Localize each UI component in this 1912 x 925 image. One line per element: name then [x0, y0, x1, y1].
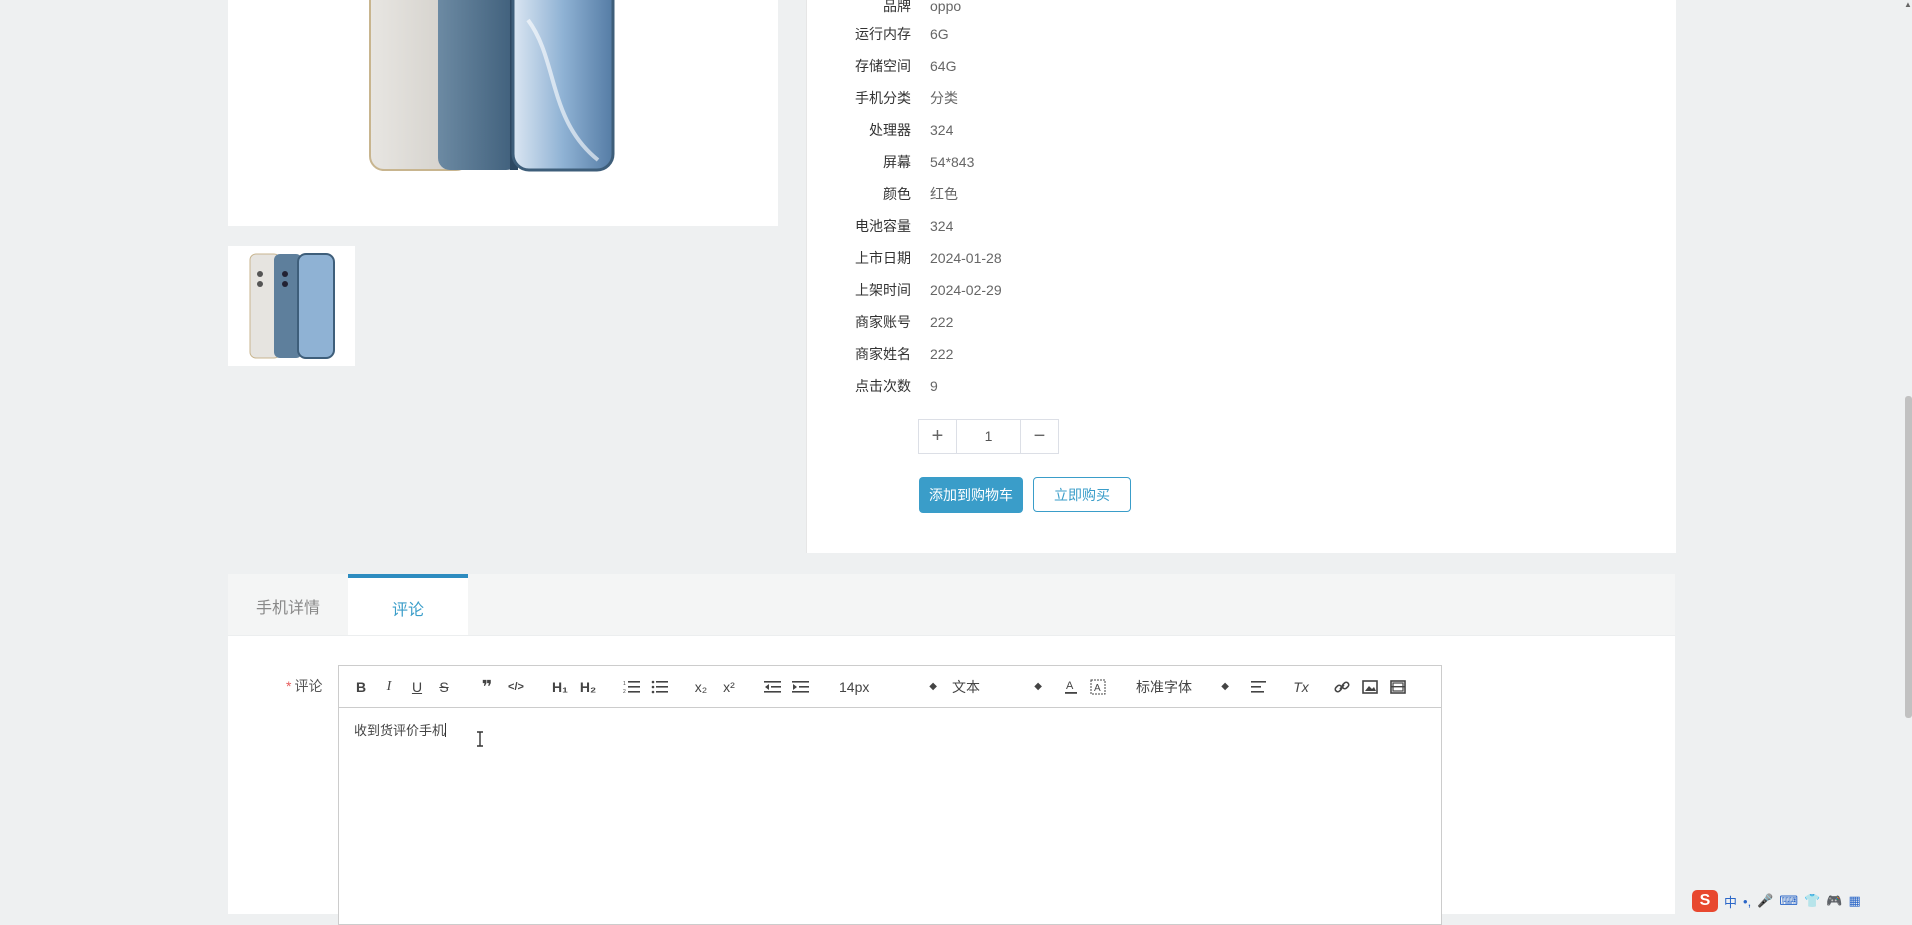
spec-label: 上架时间	[855, 282, 911, 298]
keyboard-icon[interactable]: ⌨	[1779, 893, 1798, 909]
font-family-select[interactable]: 标准字体 ◆	[1136, 677, 1229, 697]
spec-label: 电池容量	[855, 218, 911, 234]
select-arrow-icon: ◆	[1034, 681, 1042, 692]
font-size-select[interactable]: 14px ◆	[839, 677, 937, 697]
comment-form-label: * 评论	[286, 676, 322, 696]
spec-value: 222	[930, 346, 954, 362]
ime-toolbar: S 中 •, 🎤 ⌨ 👕 🎮 ▦	[1692, 888, 1912, 914]
spec-label: 存储空间	[855, 58, 911, 74]
font-size-value: 14px	[839, 679, 870, 695]
spec-value: 64G	[930, 58, 957, 74]
text-color-icon[interactable]: A	[1063, 677, 1079, 697]
spec-value: 222	[930, 314, 954, 330]
buy-now-button[interactable]: 立即购买	[1033, 477, 1131, 512]
editor-text: 收到货评价手机	[354, 723, 446, 738]
page-scrollbar-thumb[interactable]	[1905, 396, 1912, 718]
svg-text:A: A	[1094, 683, 1101, 694]
code-block-icon[interactable]: </>	[505, 677, 527, 697]
bold-icon[interactable]: B	[353, 677, 369, 697]
spec-value: 6G	[930, 26, 949, 42]
comment-label: 评论	[294, 678, 323, 694]
spec-value: 分类	[930, 90, 958, 106]
apps-icon[interactable]: ▦	[1849, 893, 1861, 909]
heading-1-icon[interactable]: H₁	[549, 677, 571, 697]
microphone-icon[interactable]: 🎤	[1757, 893, 1773, 909]
select-arrow-icon: ◆	[1221, 681, 1229, 692]
required-mark: *	[286, 678, 292, 694]
spec-label: 商家姓名	[855, 346, 911, 362]
clear-format-icon[interactable]: Tx	[1291, 677, 1311, 697]
blockquote-icon[interactable]: ❞	[478, 677, 496, 697]
spec-label: 处理器	[869, 122, 911, 138]
spec-label: 上市日期	[855, 250, 911, 266]
spec-label: 商家账号	[855, 314, 911, 330]
header-select[interactable]: 文本 ◆	[952, 677, 1042, 697]
tab-bar: 手机详情 评论	[228, 574, 1675, 636]
quantity-input[interactable]: 1	[956, 420, 1021, 453]
spec-label: 品牌	[883, 0, 911, 14]
plus-icon[interactable]: +	[919, 420, 957, 453]
align-left-icon[interactable]	[1250, 677, 1268, 697]
tab-comments[interactable]: 评论	[348, 574, 468, 635]
spec-label: 手机分类	[855, 90, 911, 106]
skin-icon[interactable]: 👕	[1804, 893, 1820, 909]
link-icon[interactable]	[1333, 677, 1351, 697]
svg-text:1: 1	[623, 681, 626, 687]
bullet-list-icon[interactable]	[650, 677, 670, 697]
tab-phone-details[interactable]: 手机详情	[228, 574, 348, 635]
background-color-icon[interactable]: A	[1090, 677, 1106, 697]
spec-label: 点击次数	[855, 378, 911, 394]
svg-text:A: A	[1066, 680, 1074, 692]
heading-2-icon[interactable]: H₂	[577, 677, 599, 697]
ordered-list-icon[interactable]: 12	[622, 677, 642, 697]
spec-value: 324	[930, 218, 954, 234]
spec-value: 红色	[930, 186, 958, 202]
product-main-image	[228, 0, 778, 226]
indent-icon[interactable]	[791, 677, 811, 697]
i-beam-cursor-icon	[476, 731, 484, 752]
outdent-icon[interactable]	[763, 677, 783, 697]
quantity-stepper: + 1 −	[918, 419, 1059, 454]
rich-text-editor: B I U S ❞ </> H₁ H₂ 12 x₂ x² 14px ◆ 文本 ◆…	[338, 665, 1442, 925]
font-family-value: 标准字体	[1136, 679, 1192, 695]
game-icon[interactable]: 🎮	[1826, 893, 1842, 909]
spec-value: 54*843	[930, 154, 975, 170]
video-icon[interactable]	[1389, 677, 1407, 697]
spec-label: 运行内存	[855, 26, 911, 42]
image-icon[interactable]	[1361, 677, 1379, 697]
header-select-value: 文本	[952, 679, 980, 695]
italic-icon[interactable]: I	[381, 677, 397, 697]
text-caret	[445, 723, 447, 737]
select-arrow-icon: ◆	[929, 681, 937, 692]
punctuation-icon[interactable]: •,	[1743, 894, 1751, 909]
minus-icon[interactable]: −	[1020, 420, 1058, 453]
ime-logo-icon[interactable]: S	[1692, 890, 1718, 912]
superscript-icon[interactable]: x²	[719, 677, 739, 697]
spec-value: 324	[930, 122, 954, 138]
scroll-up-arrow-icon[interactable]: ▲	[1904, 0, 1912, 9]
strikethrough-icon[interactable]: S	[436, 677, 452, 697]
ime-mode-indicator[interactable]: 中	[1724, 892, 1737, 911]
spec-value: 2024-01-28	[930, 250, 1002, 266]
product-info-panel: 品牌 oppo 运行内存 6G 存储空间 64G 手机分类 分类 处理器 324…	[806, 0, 1676, 553]
editor-content-area[interactable]: 收到货评价手机	[354, 720, 447, 739]
spec-value: oppo	[930, 0, 962, 14]
spec-label: 颜色	[883, 186, 911, 202]
add-to-cart-button[interactable]: 添加到购物车	[919, 477, 1023, 513]
product-thumbnail[interactable]	[228, 246, 355, 366]
spec-value: 9	[930, 378, 938, 394]
svg-text:2: 2	[623, 689, 626, 694]
subscript-icon[interactable]: x₂	[691, 677, 711, 697]
spec-value: 2024-02-29	[930, 282, 1002, 298]
spec-label: 屏幕	[883, 154, 911, 170]
editor-toolbar: B I U S ❞ </> H₁ H₂ 12 x₂ x² 14px ◆ 文本 ◆…	[339, 666, 1441, 708]
underline-icon[interactable]: U	[409, 677, 425, 697]
